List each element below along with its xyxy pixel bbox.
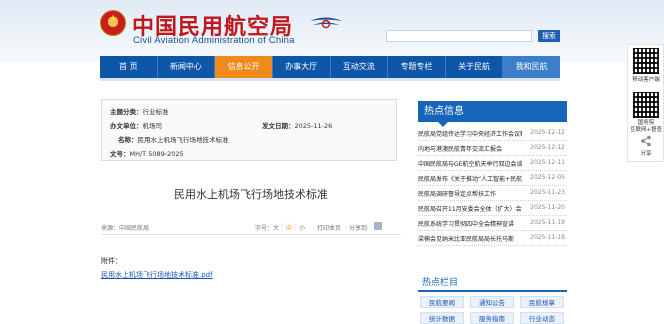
- gov-qr-label-2: 互联网+督查: [629, 127, 663, 133]
- meta-doc-number: 文号：MH/T 5089-2025: [110, 150, 184, 158]
- nav-underline: [100, 78, 560, 81]
- nav-me-and-caac[interactable]: 我和民航: [503, 56, 560, 78]
- print-button[interactable]: 打印本页: [317, 223, 341, 232]
- meta-name: 名称：民用水上机场飞行场地技术标准: [118, 136, 229, 144]
- list-item[interactable]: 民航局调研督导定点帮扶工作 2025-11-23: [418, 186, 567, 201]
- share-label: 分享到: [349, 225, 368, 232]
- site-subtitle: Civil Aviation Administration of China: [133, 35, 295, 46]
- column-button[interactable]: 服务指南: [470, 312, 514, 324]
- font-size-small[interactable]: 小: [299, 223, 305, 232]
- article-toolbar: 来源：中国民航局 字号： 大 | 中 | 小 打印本页 分享到: [101, 222, 401, 232]
- share-icon[interactable]: [640, 135, 652, 147]
- caac-wings-logo-icon: [310, 17, 342, 29]
- site-header: 中国民用航空局 Civil Aviation Administration of…: [0, 0, 664, 62]
- list-item[interactable]: 梁楠会见纳米比亚民航局局长托马斯 2025-11-18: [418, 231, 567, 246]
- gov-qr-label: 国务院: [637, 120, 655, 126]
- column-button[interactable]: 民航规章: [520, 296, 564, 308]
- separator-icon: |: [294, 223, 297, 230]
- column-button[interactable]: 通知公告: [470, 296, 514, 308]
- article-title: 民用水上机场飞行场地技术标准: [174, 188, 328, 201]
- main-nav: 首 页 新闻中心 信息公开 办事大厅 互动交流 专题专栏 关于民航 我和民航: [100, 56, 560, 78]
- search-button[interactable]: 搜索: [538, 30, 560, 42]
- list-item[interactable]: 中国民航局与GE航空航天举行双边会谈 2025-12-11: [418, 156, 567, 171]
- nav-special-topics[interactable]: 专题专栏: [388, 56, 446, 78]
- list-item[interactable]: 民航局召开11月安委会全体（扩大）会议 2025-11-20: [418, 201, 567, 216]
- meta-category: 主题分类：行业标准: [110, 108, 169, 116]
- nav-service-hall[interactable]: 办事大厅: [273, 56, 331, 78]
- hot-columns-heading: 热点栏目: [418, 274, 567, 292]
- separator-icon: |: [281, 223, 284, 230]
- qr-code-icon[interactable]: [633, 92, 659, 118]
- divider: [101, 234, 401, 235]
- meta-date: 发文日期：2025-11-26: [262, 122, 333, 130]
- list-item[interactable]: 民航局党组传达学习中央经济工作会议精神 2025-12-12: [418, 126, 567, 141]
- list-item[interactable]: 民航局发布《关于推动“人工智能+民航”》 2025-12-05: [418, 171, 567, 186]
- list-item[interactable]: 民航系统学习贯彻四中全会精神宣讲 2025-11-19: [418, 216, 567, 231]
- font-size-label: 字号：: [255, 225, 274, 232]
- nav-interaction[interactable]: 互动交流: [331, 56, 389, 78]
- list-item[interactable]: 内地与港澳民航青年交流汇报会 2025-12-12: [418, 141, 567, 156]
- column-button[interactable]: 统计数据: [420, 312, 464, 324]
- nav-about[interactable]: 关于民航: [446, 56, 504, 78]
- meta-issuer: 办文单位：机场司: [110, 122, 162, 130]
- font-size-medium[interactable]: 中: [286, 223, 292, 232]
- app-qr-label: 移动客户端: [632, 77, 660, 83]
- share-side-label[interactable]: 分享: [628, 151, 664, 158]
- article-source: 来源：中国民航局: [101, 225, 150, 232]
- qr-code-icon[interactable]: [633, 48, 659, 74]
- column-button[interactable]: 民航要闻: [420, 296, 464, 308]
- column-button[interactable]: 行业动态: [520, 312, 564, 324]
- share-weibo-icon[interactable]: [374, 222, 382, 230]
- nav-home[interactable]: 首 页: [100, 56, 158, 78]
- font-size-large[interactable]: 大: [273, 223, 279, 232]
- attachment-label: 附件：: [101, 257, 122, 265]
- hot-info-heading: 热点信息: [418, 101, 567, 127]
- national-emblem-icon: [100, 10, 126, 36]
- nav-news-center[interactable]: 新闻中心: [158, 56, 216, 78]
- nav-info-disclosure[interactable]: 信息公开: [215, 56, 273, 78]
- search-input[interactable]: [386, 30, 532, 42]
- attachment-link[interactable]: 民用水上机场飞行场地技术标准.pdf: [101, 270, 213, 280]
